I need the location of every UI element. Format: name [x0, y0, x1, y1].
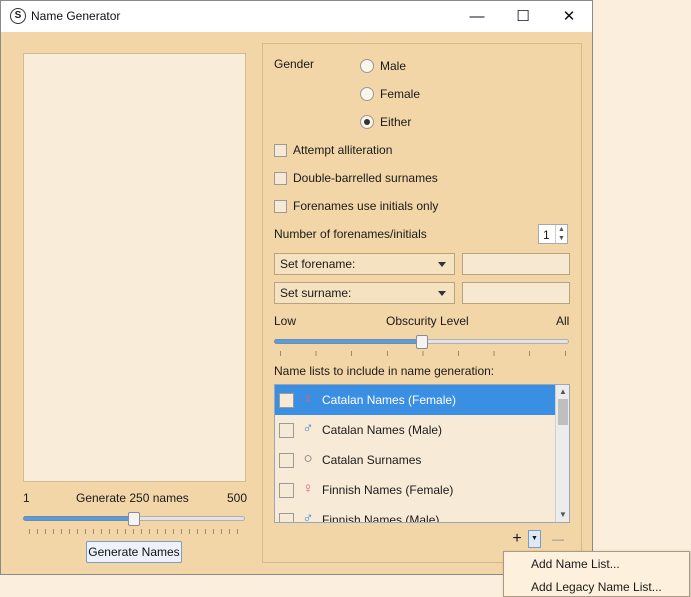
- set-forename-input[interactable]: [462, 253, 570, 275]
- radio-button[interactable]: [360, 59, 374, 73]
- checkbox[interactable]: [279, 453, 294, 468]
- spinner-up-icon[interactable]: ▲: [556, 225, 567, 234]
- radio-label: Female: [380, 87, 421, 101]
- checkbox[interactable]: [279, 393, 294, 408]
- checkbox[interactable]: [279, 423, 294, 438]
- slider-track: [135, 516, 245, 521]
- checkbox-label: Double-barrelled surnames: [293, 171, 438, 185]
- obscurity-level-label: Obscurity Level: [386, 314, 469, 328]
- name-lists[interactable]: ♀ Catalan Names (Female) ♂ Catalan Names…: [274, 384, 570, 523]
- list-item-label: Catalan Names (Female): [322, 393, 457, 407]
- scrollbar-thumb[interactable]: [558, 399, 568, 425]
- menu-item-add-name-list[interactable]: Add Name List...: [531, 557, 620, 571]
- list-item-label: Catalan Surnames: [322, 453, 422, 467]
- female-icon: ♀: [302, 480, 314, 497]
- obscurity-slider[interactable]: [274, 334, 570, 350]
- list-scrollbar[interactable]: ▲ ▼: [555, 385, 569, 522]
- slider-fill: [23, 516, 135, 521]
- count-slider-max: 500: [227, 491, 248, 505]
- remove-list-button[interactable]: —: [550, 530, 566, 548]
- list-item[interactable]: ♀ Catalan Names (Female): [275, 385, 555, 415]
- radio-label: Male: [380, 59, 407, 73]
- scroll-down-icon[interactable]: ▼: [556, 508, 569, 522]
- close-button[interactable]: ✕: [546, 1, 592, 32]
- title-bar[interactable]: S Name Generator — ☐ ✕: [1, 1, 592, 32]
- forenames-count-label: Number of forenames/initials: [274, 227, 427, 241]
- combo-label: Set surname:: [280, 286, 352, 300]
- spinner-down-icon[interactable]: ▼: [556, 234, 567, 243]
- name-lists-label: Name lists to include in name generation…: [274, 364, 495, 378]
- add-list-button[interactable]: +: [510, 530, 524, 548]
- checkbox[interactable]: [279, 483, 294, 498]
- count-slider-label: Generate 250 names: [76, 491, 189, 505]
- radio-button-selected[interactable]: [360, 115, 374, 129]
- slider-fill: [274, 339, 422, 344]
- slider-thumb[interactable]: [416, 335, 428, 349]
- menu-item-add-legacy-name-list[interactable]: Add Legacy Name List...: [531, 580, 662, 594]
- set-surname-combo[interactable]: Set surname:: [274, 282, 455, 304]
- set-forename-combo[interactable]: Set forename:: [274, 253, 455, 275]
- name-count-slider[interactable]: [23, 511, 245, 527]
- generate-names-button[interactable]: Generate Names: [86, 541, 182, 563]
- checkbox[interactable]: [274, 172, 287, 185]
- spinner-value: 1: [543, 228, 550, 242]
- checkbox[interactable]: [279, 513, 294, 522]
- list-item[interactable]: ○ Catalan Surnames: [275, 445, 555, 475]
- gender-label: Gender: [274, 57, 315, 71]
- slider-track: [422, 339, 569, 344]
- forenames-count-spinner[interactable]: 1 ▲ ▼: [538, 224, 568, 244]
- add-list-menu: Add Name List... Add Legacy Name List...: [503, 551, 690, 597]
- list-item[interactable]: ♂ Finnish Names (Male): [275, 505, 555, 523]
- obscurity-all-label: All: [556, 314, 570, 328]
- list-item[interactable]: ♀ Finnish Names (Female): [275, 475, 555, 505]
- maximize-button[interactable]: ☐: [500, 1, 546, 32]
- add-list-dropdown-icon[interactable]: ▼: [528, 530, 541, 548]
- neutral-icon: ○: [303, 450, 313, 467]
- combo-label: Set forename:: [280, 257, 356, 271]
- radio-label: Either: [380, 115, 412, 129]
- radio-button[interactable]: [360, 87, 374, 101]
- checkbox-label: Forenames use initials only: [293, 199, 439, 213]
- generated-names-area[interactable]: [23, 53, 246, 482]
- chevron-down-icon: [438, 291, 446, 296]
- set-surname-input[interactable]: [462, 282, 570, 304]
- checkbox-label: Attempt alliteration: [293, 143, 393, 157]
- list-item[interactable]: ♂ Catalan Names (Male): [275, 415, 555, 445]
- obscurity-low-label: Low: [274, 314, 297, 328]
- minimize-button[interactable]: —: [454, 1, 500, 32]
- list-item-label: Finnish Names (Female): [322, 483, 454, 497]
- list-item-label: Catalan Names (Male): [322, 423, 443, 437]
- spinner-arrows[interactable]: ▲ ▼: [555, 225, 567, 243]
- window-title: Name Generator: [31, 9, 121, 23]
- checkbox[interactable]: [274, 200, 287, 213]
- app-icon: S: [10, 8, 26, 24]
- obscurity-ticks: [280, 351, 568, 356]
- male-icon: ♂: [302, 420, 314, 437]
- slider-ticks: [29, 529, 241, 534]
- chevron-down-icon: [438, 262, 446, 267]
- slider-thumb[interactable]: [128, 512, 140, 526]
- name-generator-window: S Name Generator — ☐ ✕ 1 Generate 250 na…: [0, 0, 593, 575]
- male-icon: ♂: [302, 510, 314, 523]
- checkbox[interactable]: [274, 144, 287, 157]
- female-icon: ♀: [302, 390, 314, 407]
- count-slider-min: 1: [23, 491, 30, 505]
- list-item-label: Finnish Names (Male): [322, 513, 440, 523]
- scroll-up-icon[interactable]: ▲: [556, 385, 569, 399]
